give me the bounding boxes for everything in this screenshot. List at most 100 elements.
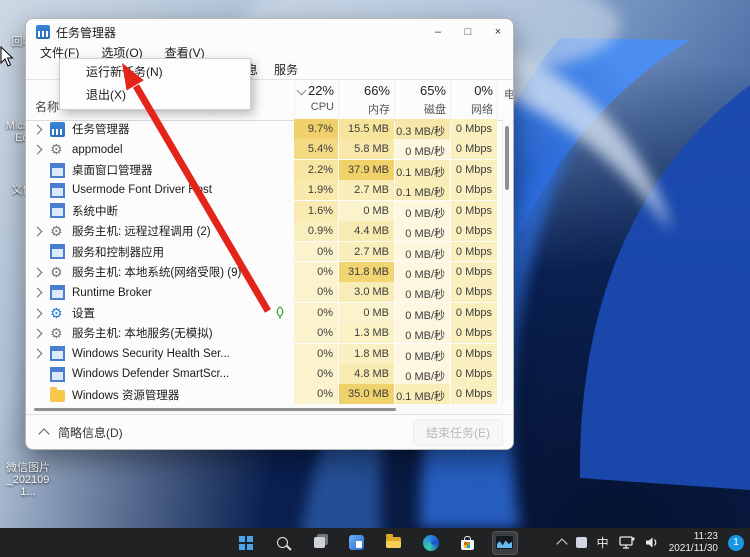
- memory-cell: 37.9 MB: [339, 159, 394, 180]
- notification-badge[interactable]: 1: [728, 534, 744, 551]
- network-cell: 0 Mbps: [451, 200, 497, 221]
- cpu-cell: 0.9%: [294, 221, 338, 242]
- menu-item[interactable]: 退出(X): [60, 84, 250, 107]
- menu-item[interactable]: 运行新任务(N): [60, 61, 250, 84]
- network-cell: 0 Mbps: [451, 221, 497, 242]
- usage-column-header[interactable]: 65% 磁盘: [394, 80, 450, 120]
- process-row[interactable]: Usermode Font Driver Host 1.9% 2.7 MB 0.…: [26, 180, 513, 201]
- taskbar-icon-task-manager[interactable]: [491, 530, 518, 555]
- process-row[interactable]: Windows Defender SmartScr... 0% 4.8 MB 0…: [26, 364, 513, 384]
- window-footer: 简略信息(D) 结束任务(E): [26, 414, 513, 449]
- usage-column-header[interactable]: 66% 内存: [338, 80, 394, 120]
- cpu-cell: 0%: [294, 343, 338, 364]
- expand-chevron-icon[interactable]: [32, 226, 43, 237]
- cpu-cell: 0%: [294, 261, 338, 282]
- network-cell: 0 Mbps: [451, 119, 497, 139]
- tray-chevron-icon[interactable]: [556, 538, 568, 550]
- process-row[interactable]: 服务主机: 远程过程调用 (2) 0.9% 4.4 MB 0 MB/秒 0 Mb…: [26, 221, 513, 242]
- maximize-button[interactable]: □: [453, 19, 483, 45]
- memory-cell: 3.0 MB: [339, 282, 394, 303]
- taskbar-icon-edge[interactable]: [418, 531, 444, 555]
- expand-chevron-icon[interactable]: [32, 348, 43, 359]
- usage-column-header[interactable]: 22% CPU: [294, 80, 338, 120]
- minimize-button[interactable]: –: [423, 19, 453, 45]
- title-bar[interactable]: 任务管理器 – □ ×: [26, 19, 513, 45]
- memory-cell: 0 MB: [339, 302, 394, 323]
- close-button[interactable]: ×: [483, 19, 513, 45]
- memory-cell: 1.8 MB: [339, 343, 394, 364]
- memory-cell: 2.7 MB: [339, 241, 394, 262]
- process-row[interactable]: appmodel 5.4% 5.8 MB 0 MB/秒 0 Mbps: [26, 139, 513, 160]
- process-row[interactable]: Runtime Broker 0% 3.0 MB 0 MB/秒 0 Mbps: [26, 282, 513, 303]
- process-row[interactable]: Windows 资源管理器 0% 35.0 MB 0.1 MB/秒 0 Mbps: [26, 384, 513, 405]
- ime-indicator[interactable]: 中: [597, 534, 609, 551]
- tab[interactable]: 服务: [274, 61, 298, 79]
- expand-chevron-icon[interactable]: [32, 308, 43, 318]
- process-row[interactable]: 服务和控制器应用 0% 2.7 MB 0 MB/秒 0 Mbps: [26, 241, 513, 262]
- taskbar-icon-start[interactable]: [233, 531, 259, 555]
- disk-cell: 0 MB/秒: [395, 139, 450, 160]
- task-manager-window: 任务管理器 – □ × 文件(F)选项(O)查看(V) 动用户详细信息服务 运行…: [25, 18, 514, 450]
- taskbar-icon-task-view[interactable]: [307, 531, 333, 555]
- memory-cell: 4.8 MB: [339, 364, 394, 384]
- process-icon: [50, 162, 65, 178]
- process-list: 任务管理器 9.7% 15.5 MB 0.3 MB/秒 0 Mbps appmo…: [26, 119, 513, 405]
- cpu-cell: 5.4%: [294, 139, 338, 160]
- cpu-cell: 0%: [294, 241, 338, 262]
- disk-cell: 0 MB/秒: [395, 261, 450, 282]
- tray-app-icon[interactable]: [575, 537, 587, 548]
- horizontal-scrollbar-thumb[interactable]: [34, 408, 396, 411]
- process-row[interactable]: 系统中断 1.6% 0 MB 0 MB/秒 0 Mbps: [26, 200, 513, 221]
- volume-icon[interactable]: [645, 536, 659, 549]
- process-icon: [50, 182, 65, 198]
- horizontal-scrollbar[interactable]: [26, 405, 503, 414]
- memory-cell: 0 MB: [339, 200, 394, 221]
- cpu-cell: 9.7%: [294, 119, 338, 139]
- cpu-cell: 1.9%: [294, 180, 338, 201]
- network-cell: 0 Mbps: [451, 364, 497, 384]
- taskbar-icon-file-explorer[interactable]: [381, 531, 407, 555]
- usage-column-header[interactable]: 0% 网络: [450, 80, 497, 120]
- process-row[interactable]: Windows Security Health Ser... 0% 1.8 MB…: [26, 343, 513, 364]
- usage-column-header[interactable]: 电: [497, 80, 513, 120]
- cpu-cell: 0%: [294, 364, 338, 384]
- vertical-scrollbar-thumb[interactable]: [505, 126, 509, 190]
- taskbar: 中 11:23 2021/11/30 1: [0, 528, 750, 557]
- expand-chevron-icon[interactable]: [32, 328, 43, 339]
- cpu-cell: 0%: [294, 302, 338, 323]
- column-name[interactable]: 名称: [35, 98, 59, 115]
- vertical-scrollbar[interactable]: [502, 119, 512, 405]
- process-row[interactable]: 桌面窗口管理器 2.2% 37.9 MB 0.1 MB/秒 0 Mbps: [26, 159, 513, 180]
- expand-chevron-icon[interactable]: [32, 124, 43, 135]
- network-cell: 0 Mbps: [451, 241, 497, 262]
- process-row[interactable]: 任务管理器 9.7% 15.5 MB 0.3 MB/秒 0 Mbps: [26, 119, 513, 139]
- network-icon[interactable]: [619, 536, 635, 549]
- taskbar-icon-widgets[interactable]: [344, 531, 370, 555]
- cpu-cell: 1.6%: [294, 200, 338, 221]
- clock[interactable]: 11:23 2021/11/30: [669, 531, 718, 555]
- expand-chevron-icon[interactable]: [32, 144, 43, 155]
- taskbar-icon-search[interactable]: [270, 531, 296, 555]
- desktop: 回收站 Microsoft Edge 文件夹 微信图片_2021091...: [0, 0, 750, 557]
- process-icon: [50, 121, 65, 137]
- disk-cell: 0 MB/秒: [395, 302, 450, 323]
- process-row[interactable]: 设置 0% 0 MB 0 MB/秒 0 Mbps: [26, 302, 513, 323]
- disk-cell: 0 MB/秒: [395, 343, 450, 364]
- process-icon: [50, 142, 65, 157]
- disk-cell: 0.1 MB/秒: [395, 384, 450, 405]
- suspended-leaf-icon: [275, 306, 285, 322]
- cpu-cell: 0%: [294, 282, 338, 303]
- process-icon: [50, 306, 65, 321]
- process-icon: [50, 224, 65, 239]
- taskbar-icon-store[interactable]: [455, 531, 481, 555]
- cpu-cell: 2.2%: [294, 159, 338, 180]
- process-icon: [50, 265, 65, 280]
- details-toggle[interactable]: 简略信息(D): [58, 424, 123, 441]
- task-manager-icon: [36, 25, 50, 39]
- process-row[interactable]: 服务主机: 本地服务(无模拟) 0% 1.3 MB 0 MB/秒 0 Mbps: [26, 323, 513, 344]
- details-chevron-icon[interactable]: [38, 428, 50, 440]
- process-row[interactable]: 服务主机: 本地系统(网络受限) (9) 0% 31.8 MB 0 MB/秒 0…: [26, 261, 513, 282]
- expand-chevron-icon[interactable]: [32, 287, 43, 298]
- end-task-button[interactable]: 结束任务(E): [413, 418, 503, 446]
- expand-chevron-icon[interactable]: [32, 267, 43, 278]
